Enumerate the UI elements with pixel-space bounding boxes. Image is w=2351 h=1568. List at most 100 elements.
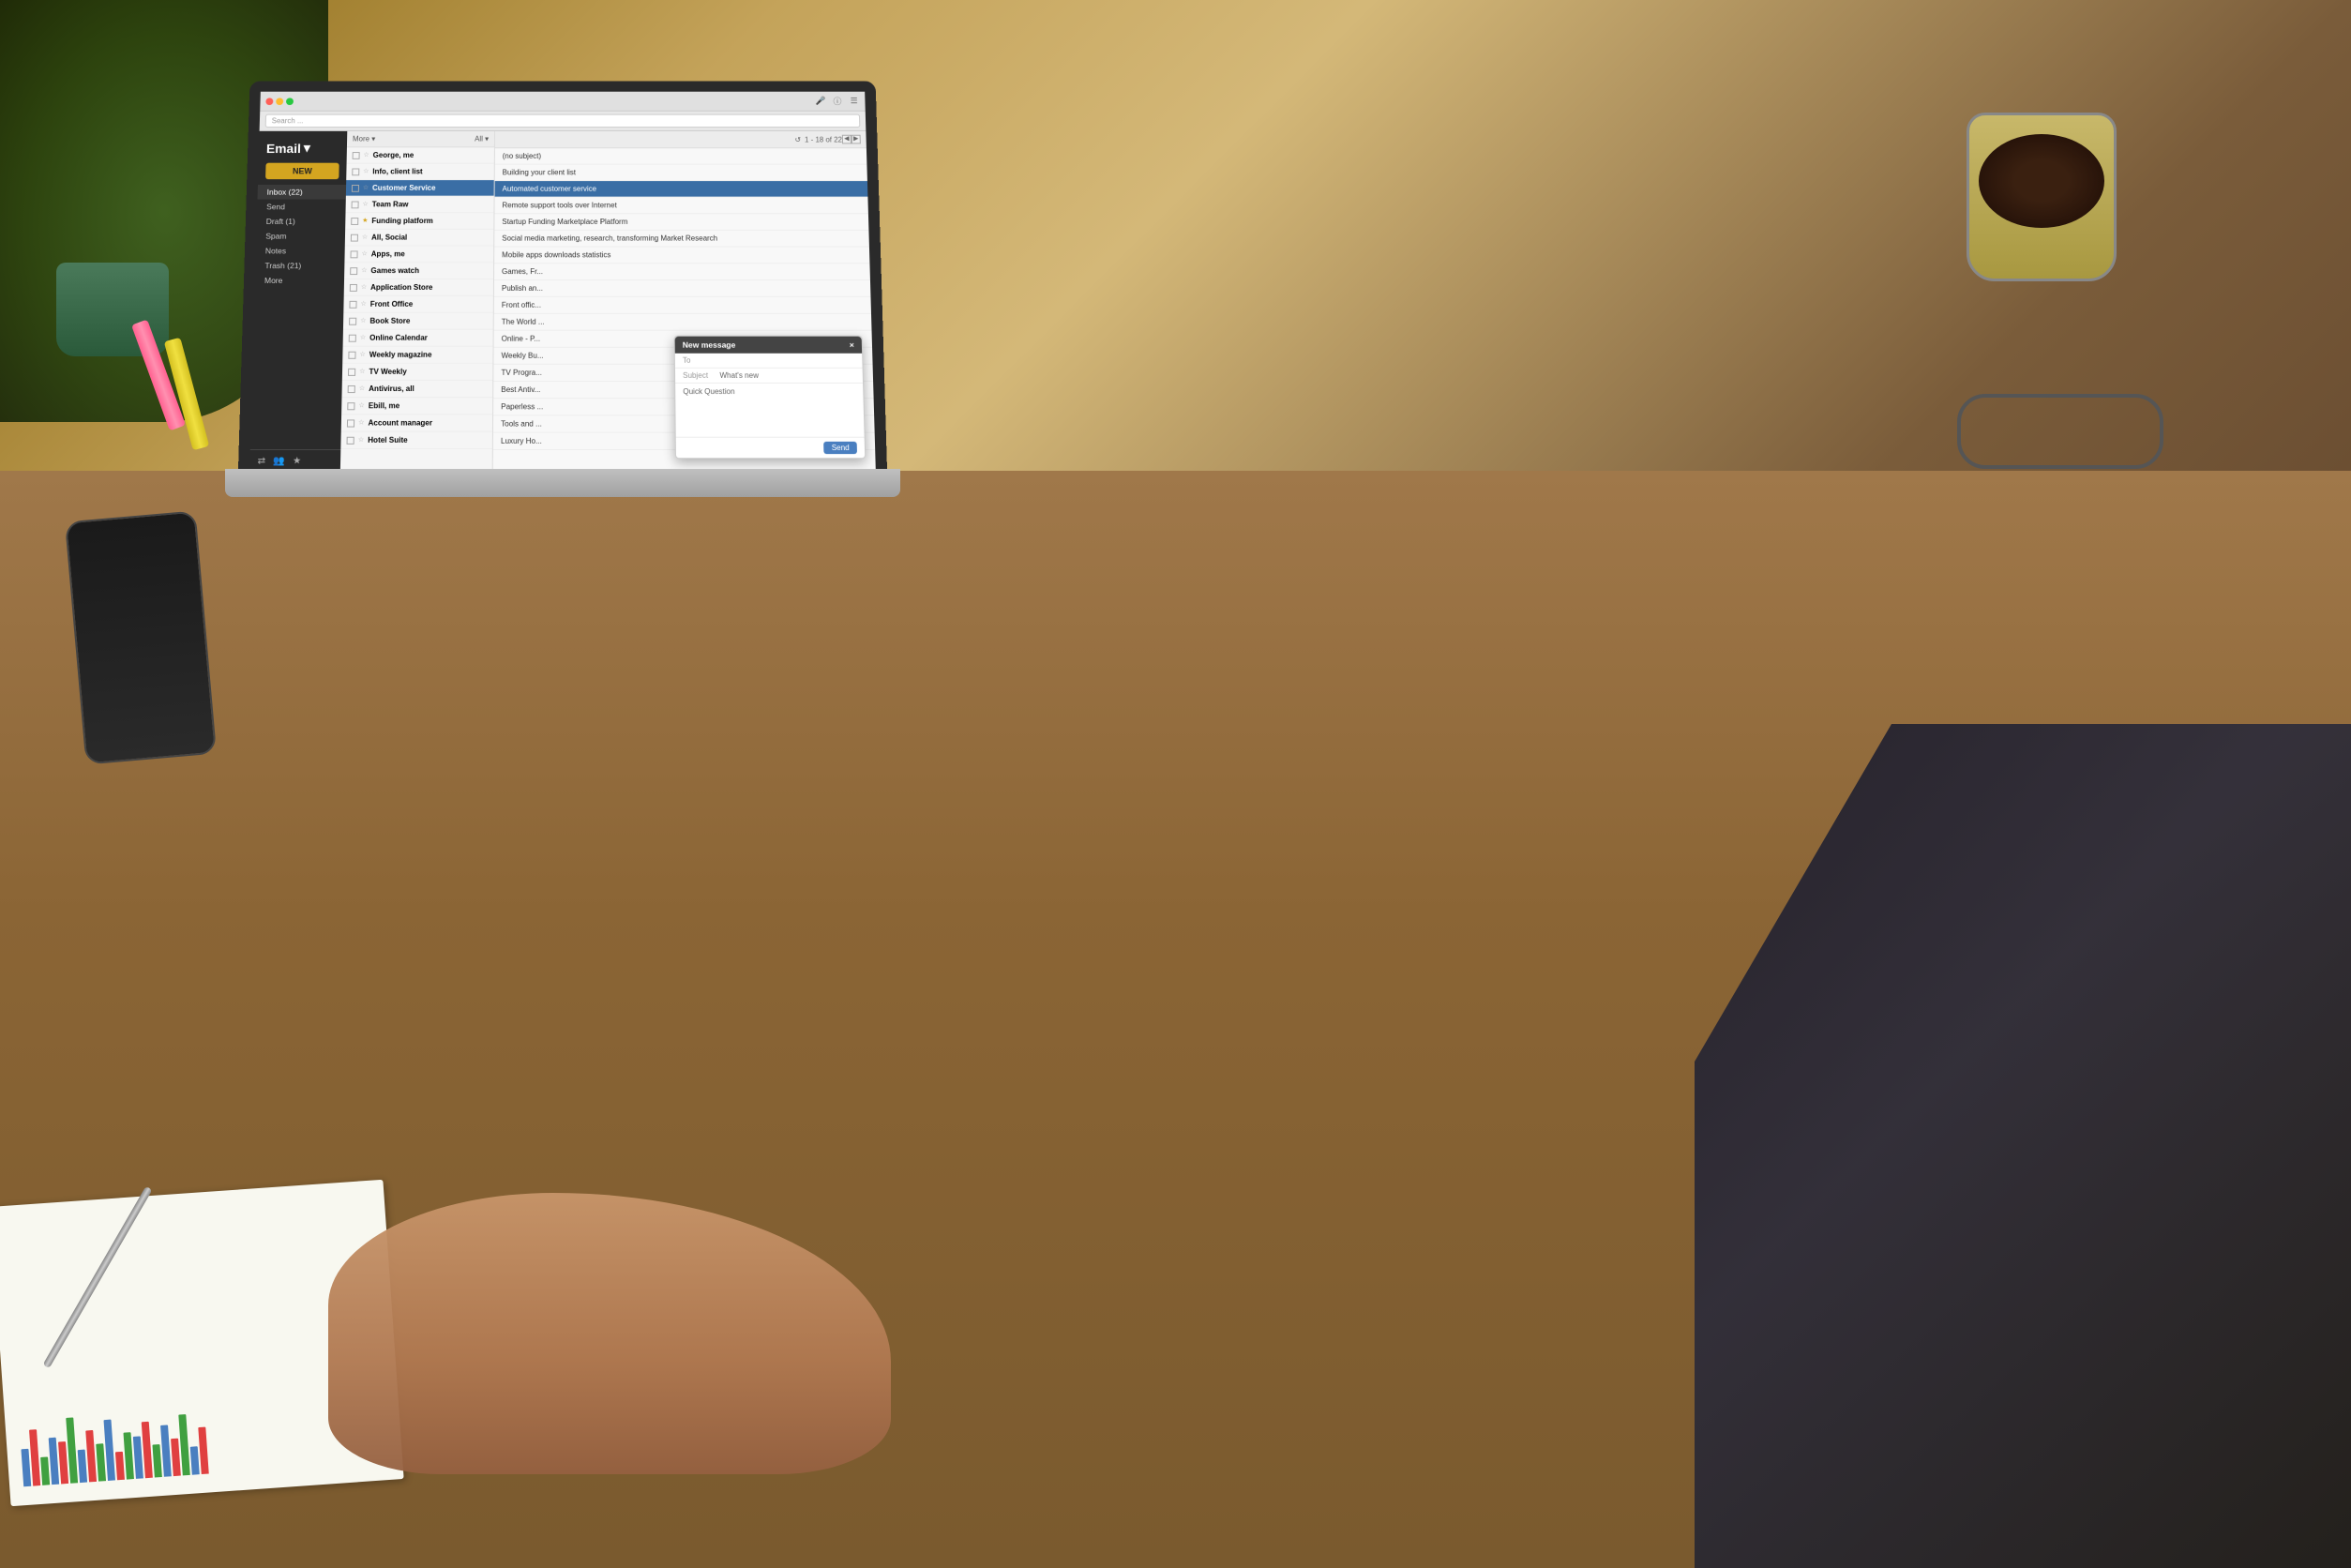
sidebar-item-draft[interactable]: Draft (1) (257, 214, 346, 229)
chart-bar (96, 1443, 106, 1481)
popup-title: New message (683, 340, 736, 350)
subject-item[interactable]: Remote support tools over Internet (494, 198, 867, 215)
minimize-button[interactable] (276, 98, 283, 105)
sidebar-item-notes[interactable]: Notes (256, 244, 345, 259)
scroll-left[interactable]: ◀ (842, 135, 851, 144)
checkbox[interactable] (352, 185, 359, 192)
scroll-right[interactable]: ▶ (851, 135, 861, 144)
checkbox[interactable] (352, 169, 359, 176)
all-filter[interactable]: All ▾ (475, 135, 489, 143)
list-item[interactable]: ☆TV Weekly (342, 364, 493, 381)
subject-item[interactable]: (no subject) (495, 148, 867, 164)
close-button[interactable] (265, 98, 273, 105)
sidebar-item-inbox[interactable]: Inbox (22) (258, 185, 347, 200)
popup-subject-field[interactable]: Subject What's new (675, 369, 863, 384)
star-icon[interactable]: ☆ (363, 151, 369, 158)
contacts-icon[interactable]: 👥 (273, 456, 285, 466)
subject-item-selected[interactable]: Automated customer service (495, 181, 868, 198)
list-item[interactable]: ☆George, me (347, 147, 494, 163)
checkbox[interactable] (350, 250, 357, 258)
subject-item[interactable]: Front offic... (494, 297, 871, 314)
star-icon[interactable]: ☆ (361, 283, 367, 291)
subject-item[interactable]: Building your client list (495, 165, 867, 181)
star-icon[interactable]: ☆ (363, 168, 369, 175)
list-item[interactable]: ☆Front Office (343, 296, 493, 313)
checkbox[interactable] (351, 218, 358, 225)
checkbox[interactable] (351, 234, 358, 242)
chart-bar (85, 1430, 97, 1482)
star-icon[interactable]: ☆ (360, 317, 366, 324)
search-input[interactable]: Search ... (265, 114, 861, 128)
subject-item-publish[interactable]: Publish an... (494, 280, 871, 297)
star-icon[interactable]: ☆ (359, 351, 365, 358)
phone (65, 510, 217, 764)
starred-icon[interactable]: ★ (293, 456, 301, 466)
star-icon[interactable]: ☆ (358, 436, 365, 444)
checkbox[interactable] (352, 202, 359, 209)
chart-bar (171, 1439, 181, 1476)
checkbox[interactable] (349, 301, 356, 309)
list-item[interactable]: ☆Team Raw (345, 197, 493, 214)
sidebar-item-more[interactable]: More (255, 273, 344, 288)
list-item[interactable]: ☆Hotel Suite (340, 432, 492, 449)
list-item[interactable]: ★Funding platform (345, 213, 493, 230)
checkbox[interactable] (347, 419, 354, 427)
more-filter[interactable]: More ▾ (353, 135, 375, 143)
maximize-button[interactable] (286, 98, 294, 105)
star-icon[interactable]: ☆ (361, 249, 367, 257)
list-item[interactable]: ☆Info, client list (346, 164, 494, 180)
checkbox[interactable] (353, 152, 360, 159)
coffee-mug (1967, 113, 2117, 281)
star-icon[interactable]: ☆ (359, 384, 365, 392)
microphone-icon[interactable]: 🎤 (815, 96, 826, 106)
list-item-selected[interactable]: ☆Customer Service (346, 180, 494, 197)
subject-item[interactable]: Social media marketing, research, transf… (494, 231, 869, 248)
email-list-column: More ▾ All ▾ ☆George, me ☆Info, client l… (340, 131, 495, 478)
refresh-icon[interactable]: ↺ (794, 135, 801, 143)
star-icon[interactable]: ☆ (358, 418, 365, 426)
sidebar-item-spam[interactable]: Spam (256, 229, 345, 244)
new-email-button[interactable]: NEW (265, 163, 339, 179)
list-item[interactable]: ☆Weekly magazine (342, 347, 492, 364)
star-icon[interactable]: ☆ (360, 334, 366, 341)
subject-item[interactable]: Startup Funding Marketplace Platform (494, 214, 868, 231)
list-item[interactable]: ☆Apps, me (344, 247, 493, 264)
checkbox[interactable] (347, 437, 354, 445)
hamburger-icon[interactable]: ☰ (849, 96, 860, 106)
star-icon[interactable]: ☆ (363, 184, 369, 191)
popup-body-field[interactable]: Quick Question (675, 384, 865, 438)
checkbox[interactable] (349, 318, 356, 325)
popup-close-icon[interactable]: × (850, 340, 854, 350)
checkbox[interactable] (350, 284, 357, 292)
checkbox[interactable] (350, 267, 357, 275)
send-button[interactable]: Send (823, 442, 857, 454)
subject-item[interactable]: Mobile apps downloads statistics (494, 247, 869, 264)
star-icon[interactable]: ☆ (358, 401, 365, 409)
sidebar-item-send[interactable]: Send (257, 200, 346, 215)
checkbox[interactable] (349, 335, 356, 342)
list-item[interactable]: ☆Antivirus, all (341, 381, 492, 398)
star-icon[interactable]: ☆ (362, 201, 368, 208)
checkbox[interactable] (347, 402, 354, 410)
star-icon[interactable]: ☆ (361, 266, 367, 274)
checkbox[interactable] (348, 385, 355, 393)
background-scene: 🎤 ⓘ ☰ Search ... Email ▾ (0, 0, 2351, 1568)
star-icon[interactable]: ☆ (359, 368, 365, 375)
list-item[interactable]: ☆Ebill, me (341, 398, 492, 415)
sidebar-item-trash[interactable]: Trash (21) (255, 258, 344, 273)
checkbox[interactable] (348, 352, 355, 359)
star-icon[interactable]: ★ (362, 217, 368, 224)
info-icon[interactable]: ⓘ (832, 96, 843, 106)
filter-icon[interactable]: ⇄ (257, 456, 265, 466)
star-icon[interactable]: ☆ (362, 234, 368, 241)
list-item[interactable]: ☆Account manager (341, 415, 492, 431)
subject-item[interactable]: Games, Fr... (494, 264, 870, 280)
list-item[interactable]: ☆Online Calendar (343, 330, 493, 347)
subject-item[interactable]: The World ... (494, 314, 872, 331)
star-icon[interactable]: ☆ (360, 300, 366, 308)
list-item[interactable]: ☆All, Social (345, 230, 494, 247)
list-item[interactable]: ☆Games watch (344, 263, 493, 279)
checkbox[interactable] (348, 369, 355, 376)
list-item[interactable]: ☆Application Store (344, 279, 493, 296)
list-item[interactable]: ☆Book Store (343, 313, 493, 330)
